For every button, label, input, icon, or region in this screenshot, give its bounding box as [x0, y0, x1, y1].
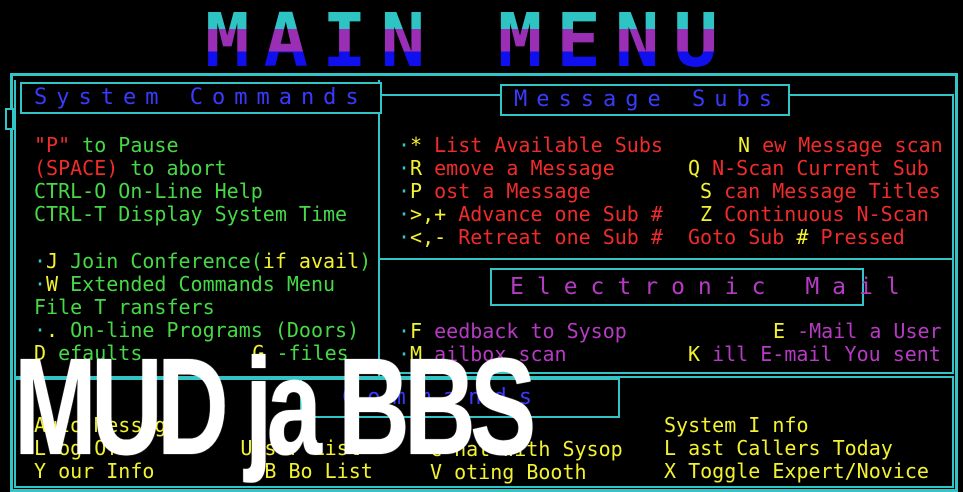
- system-info-prefix: System: [664, 413, 749, 437]
- nscan-current-item[interactable]: Q N-Scan Current Sub: [688, 157, 943, 180]
- hotkey-i: I: [748, 413, 761, 437]
- space-key[interactable]: (SPACE): [34, 156, 118, 180]
- hotkey-w: W: [46, 272, 59, 296]
- advance-sub-item[interactable]: ·>,+ Advance one Sub #: [398, 203, 663, 226]
- remove-message-label: emove a Message: [422, 156, 615, 180]
- hotkey-q: Q: [688, 156, 701, 180]
- online-help-line[interactable]: CTRL-O On-Line Help: [34, 180, 347, 203]
- bullet-icon: ·: [34, 249, 47, 273]
- hotkey-x: X: [664, 459, 677, 483]
- hotkey-retreat: <,-: [410, 225, 447, 249]
- list-subs-label: List Available Subs: [422, 133, 663, 157]
- message-subs-right: N ew Message scan Q N-Scan Current Sub S…: [688, 134, 943, 249]
- system-commands-help: "P" to Pause (SPACE) to abort CTRL-O On-…: [34, 134, 347, 226]
- message-subs-left: ·* List Available Subs ·R emove a Messag…: [398, 134, 663, 249]
- last-callers-label: ast Callers Today: [676, 436, 893, 460]
- system-time-line[interactable]: CTRL-T Display System Time: [34, 203, 347, 226]
- hotkey-l2: L: [664, 436, 677, 460]
- system-info-item[interactable]: System I nfo: [664, 414, 929, 437]
- toggle-expert-label: Toggle Expert/Novice: [676, 459, 929, 483]
- message-subs-title: Message Subs: [500, 84, 790, 116]
- email-user-label: -Mail a User: [785, 319, 942, 343]
- continuous-nscan-label: Continuous N-Scan: [712, 202, 929, 226]
- if-avail-label: if avail: [262, 249, 360, 273]
- join-conference-label: Join Conference(: [58, 249, 263, 273]
- extended-commands-item[interactable]: ·W Extended Commands Menu: [34, 273, 371, 296]
- continuous-nscan-item[interactable]: Z Continuous N-Scan: [688, 203, 943, 226]
- hotkey-hash: #: [796, 225, 809, 249]
- remove-message-item[interactable]: ·R emove a Message: [398, 157, 663, 180]
- retreat-sub-label: Retreat one Sub #: [446, 225, 663, 249]
- mail-right: E -Mail a User K ill E-mail You sent: [688, 320, 942, 366]
- hotkey-k: K: [688, 342, 701, 366]
- pause-label: to Pause: [70, 133, 179, 157]
- nscan-current-label: N-Scan Current Sub: [700, 156, 929, 180]
- hotkey-star: *: [410, 133, 423, 157]
- bullet-icon: ·: [34, 272, 47, 296]
- last-callers-item[interactable]: L ast Callers Today: [664, 437, 929, 460]
- post-message-label: ost a Message: [422, 179, 591, 203]
- abort-label: to abort: [118, 156, 227, 180]
- frame-notch: [5, 108, 14, 130]
- kill-email-item[interactable]: K ill E-mail You sent: [688, 343, 942, 366]
- hotkey-e: E: [773, 319, 786, 343]
- new-scan-label: ew Message scan: [750, 133, 943, 157]
- misc-right: System I nfo L ast Callers Today X Toggl…: [664, 414, 929, 483]
- paren-close: ): [359, 249, 372, 273]
- hotkey-n: N: [738, 133, 751, 157]
- post-message-item[interactable]: ·P ost a Message: [398, 180, 663, 203]
- overlay-caption: MUD ja BBS: [14, 330, 536, 484]
- extended-commands-label: Extended Commands Menu: [58, 272, 336, 296]
- scan-titles-label: can Message Titles: [712, 179, 941, 203]
- hotkey-s: S: [700, 179, 713, 203]
- toggle-expert-item[interactable]: X Toggle Expert/Novice: [664, 460, 929, 483]
- hotkey-advance: >,+: [410, 202, 447, 226]
- abort-line: (SPACE) to abort: [34, 157, 347, 180]
- new-scan-item[interactable]: N ew Message scan: [688, 134, 943, 157]
- hotkey-p: P: [410, 179, 423, 203]
- pause-key[interactable]: "P": [34, 133, 70, 157]
- advance-sub-label: Advance one Sub #: [446, 202, 663, 226]
- kill-email-label: ill E-mail You sent: [700, 342, 941, 366]
- pause-line: "P" to Pause: [34, 134, 347, 157]
- file-transfers-item[interactable]: File T ransfers: [34, 296, 371, 319]
- electronic-mail-title: Electronic Mail: [490, 268, 900, 306]
- list-subs-item[interactable]: ·* List Available Subs: [398, 134, 663, 157]
- goto-sub-label: Goto Sub: [688, 225, 785, 249]
- system-info-suffix: nfo: [760, 413, 809, 437]
- scan-titles-item[interactable]: S can Message Titles: [688, 180, 943, 203]
- retreat-sub-item[interactable]: ·<,- Retreat one Sub #: [398, 226, 663, 249]
- email-user-item[interactable]: E -Mail a User: [688, 320, 942, 343]
- pressed-label: Pressed: [808, 225, 905, 249]
- goto-sub-item[interactable]: Goto Sub # Pressed: [688, 226, 943, 249]
- hotkey-r: R: [410, 156, 423, 180]
- join-conference-item[interactable]: ·J Join Conference(if avail): [34, 250, 371, 273]
- hotkey-j: J: [46, 249, 59, 273]
- hotkey-z: Z: [700, 202, 713, 226]
- system-commands-title: System Commands: [20, 82, 382, 114]
